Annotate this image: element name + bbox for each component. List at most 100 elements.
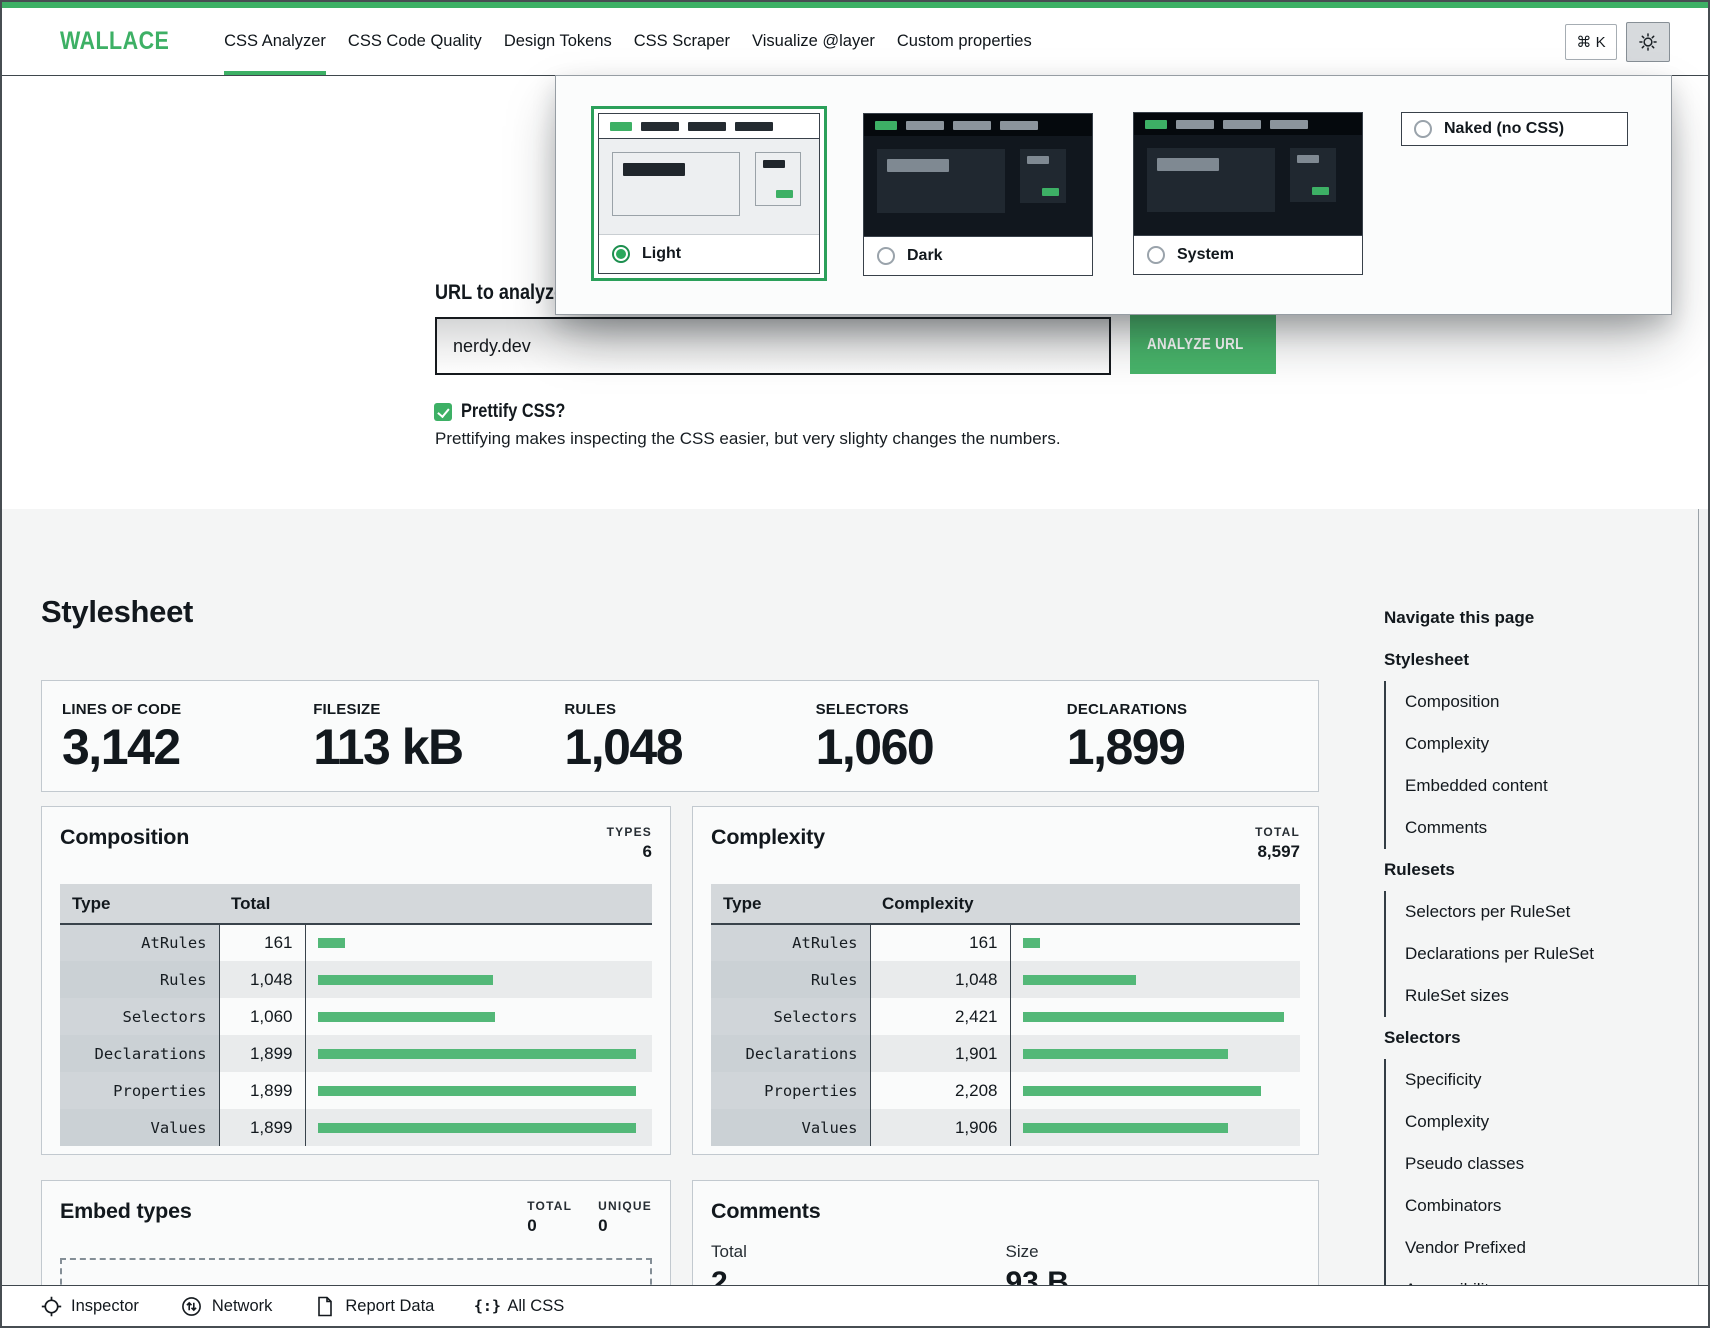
stat-value: 1,048 <box>564 722 815 772</box>
braces-icon: {:} <box>476 1295 498 1317</box>
prettify-checkbox[interactable] <box>434 403 452 421</box>
stat-label: LINES OF CODE <box>62 701 313 718</box>
toc-item-selectors-per-ruleset[interactable]: Selectors per RuleSet <box>1405 891 1639 933</box>
bottom-bar-report-data[interactable]: Report Data <box>314 1295 434 1317</box>
row-bar-cell <box>1010 1035 1300 1072</box>
toc-item-ruleset-sizes[interactable]: RuleSet sizes <box>1405 975 1639 1017</box>
theme-option-system[interactable]: System <box>1133 112 1363 275</box>
nav-item-custom-properties[interactable]: Custom properties <box>886 8 1043 75</box>
type-column-header: Type <box>711 884 870 924</box>
value-column-header: Total <box>219 884 305 924</box>
theme-toggle-button[interactable] <box>1626 22 1670 62</box>
nav-item-design-tokens[interactable]: Design Tokens <box>493 8 623 75</box>
composition-meta-label: TYPES <box>607 825 652 839</box>
row-type-label: Declarations <box>711 1035 870 1072</box>
toc-item-accessibility[interactable]: Accessibility <box>1405 1269 1639 1286</box>
nav-item-css-code-quality[interactable]: CSS Code Quality <box>337 8 493 75</box>
toc-item-vendor-prefixed[interactable]: Vendor Prefixed <box>1405 1227 1639 1269</box>
row-type-label: Rules <box>711 961 870 998</box>
toc-item-embedded-content[interactable]: Embedded content <box>1405 765 1639 807</box>
preview-input-box <box>1147 148 1275 212</box>
theme-option-naked-no-css[interactable]: Naked (no CSS) <box>1401 112 1628 146</box>
document-icon <box>314 1295 336 1317</box>
stat-value: 3,142 <box>62 722 313 772</box>
stats-card: LINES OF CODE3,142FILESIZE113 kBRULES1,0… <box>41 680 1319 792</box>
preview-navbar <box>599 114 819 139</box>
comments-header: Comments <box>711 1199 1300 1224</box>
value-bar <box>318 1049 637 1059</box>
preview-navbar <box>864 114 1092 136</box>
scrollbar[interactable] <box>1698 509 1708 1286</box>
radio-light[interactable] <box>612 245 630 263</box>
nav-item-visualize-layer[interactable]: Visualize @layer <box>741 8 886 75</box>
nav-item-css-analyzer[interactable]: CSS Analyzer <box>213 8 337 75</box>
complexity-title: Complexity <box>711 825 825 850</box>
theme-option-label: Dark <box>907 247 943 265</box>
analyze-url-button[interactable]: ANALYZE URL <box>1130 315 1276 374</box>
theme-option-box: Naked (no CSS) <box>1401 112 1628 146</box>
bottom-bar-network[interactable]: Network <box>181 1295 273 1317</box>
bottom-bar-inspector[interactable]: Inspector <box>40 1295 139 1317</box>
toc-item-pseudo-classes[interactable]: Pseudo classes <box>1405 1143 1639 1185</box>
value-bar <box>1023 975 1136 985</box>
value-bar <box>1023 1086 1261 1096</box>
toc-section-stylesheet[interactable]: Stylesheet <box>1384 639 1639 681</box>
theme-preview-light <box>599 114 819 234</box>
row-bar-cell <box>1010 924 1300 961</box>
logo[interactable]: WALLACE <box>60 27 169 56</box>
bottom-bar-label: Inspector <box>71 1297 139 1316</box>
nav-item-css-scraper[interactable]: CSS Scraper <box>623 8 741 75</box>
theme-option-dark[interactable]: Dark <box>863 113 1093 276</box>
row-value: 1,060 <box>219 998 305 1035</box>
toc-section-selectors[interactable]: Selectors <box>1384 1017 1639 1059</box>
comments-size: Size93 B <box>1006 1242 1301 1286</box>
preview-nav-block <box>1223 120 1261 129</box>
bottom-bar: Inspector Network Report Data {:} All CSS <box>2 1285 1708 1326</box>
row-bar-cell <box>305 924 652 961</box>
embed-types-card: Embed types TOTAL0UNIQUE0 No embedded co… <box>41 1180 671 1286</box>
row-value: 1,048 <box>870 961 1010 998</box>
command-k-button[interactable]: ⌘ K <box>1565 24 1617 60</box>
toc-item-comments[interactable]: Comments <box>1405 807 1639 849</box>
toc-item-specificity[interactable]: Specificity <box>1405 1059 1639 1101</box>
preview-input-box <box>612 152 740 216</box>
network-icon <box>181 1295 203 1317</box>
theme-option-label: System <box>1177 246 1234 264</box>
preview-text-bar <box>1157 158 1219 171</box>
toc-item-composition[interactable]: Composition <box>1405 681 1639 723</box>
row-value: 1,901 <box>870 1035 1010 1072</box>
row-type-label: Properties <box>711 1072 870 1109</box>
row-type-label: Selectors <box>60 998 219 1035</box>
preview-text-bar <box>623 163 685 176</box>
toc-item-combinators[interactable]: Combinators <box>1405 1185 1639 1227</box>
bottom-bar-label: All CSS <box>507 1297 564 1316</box>
table-row-rules: Rules1,048 <box>60 961 652 998</box>
theme-option-footer: Light <box>599 234 819 273</box>
preview-input-box <box>877 149 1005 213</box>
theme-option-light[interactable]: Light <box>591 106 827 281</box>
radio-dark[interactable] <box>877 247 895 265</box>
prettify-label: Prettify CSS? <box>461 401 565 423</box>
bottom-bar-all-css[interactable]: {:} All CSS <box>476 1295 564 1317</box>
value-bar <box>318 975 494 985</box>
toc-item-complexity[interactable]: Complexity <box>1405 1101 1639 1143</box>
comments-total: Total2 <box>711 1242 1006 1286</box>
top-accent-bar <box>2 2 1708 8</box>
complexity-card: Complexity TOTAL 8,597 Type Complexity A… <box>692 806 1319 1155</box>
toc-section-rulesets[interactable]: Rulesets <box>1384 849 1639 891</box>
nav-links: CSS AnalyzerCSS Code QualityDesign Token… <box>213 8 1043 75</box>
radio-naked-no-css[interactable] <box>1414 120 1432 138</box>
theme-option-label: Naked (no CSS) <box>1444 120 1564 138</box>
stat-value: 113 kB <box>313 722 564 772</box>
row-bar-cell <box>305 961 652 998</box>
composition-card: Composition TYPES 6 Type Total AtRules16… <box>41 806 671 1155</box>
meta-label: UNIQUE <box>598 1199 652 1213</box>
url-input[interactable] <box>435 317 1111 375</box>
preview-nav-block <box>641 122 679 131</box>
radio-system[interactable] <box>1147 246 1165 264</box>
toc-item-complexity[interactable]: Complexity <box>1405 723 1639 765</box>
table-row-values: Values1,906 <box>711 1109 1300 1146</box>
embed-header: Embed types TOTAL0UNIQUE0 <box>60 1199 652 1236</box>
toc-item-declarations-per-ruleset[interactable]: Declarations per RuleSet <box>1405 933 1639 975</box>
table-row-atrules: AtRules161 <box>711 924 1300 961</box>
